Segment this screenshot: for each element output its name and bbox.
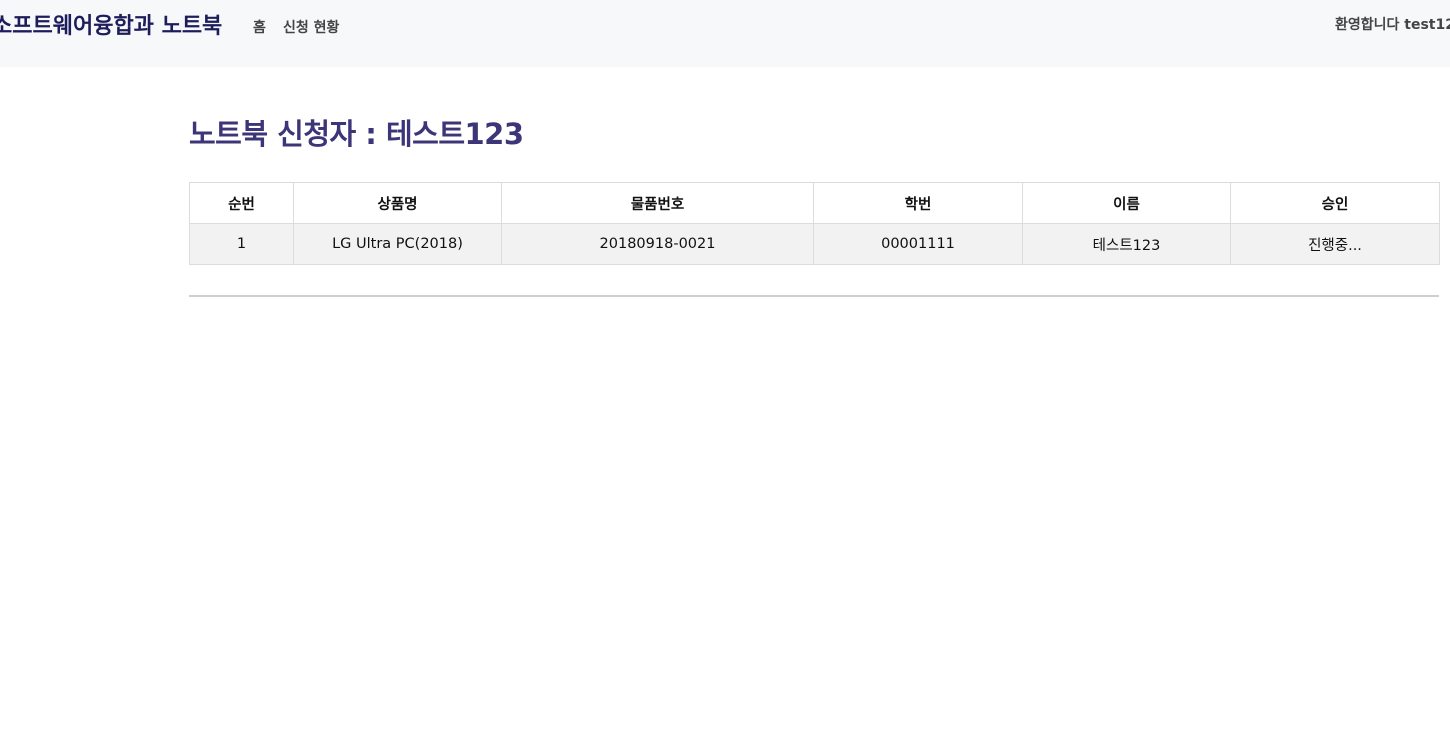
column-header-number: 순번 bbox=[189, 182, 294, 224]
column-header-student-id: 학번 bbox=[813, 182, 1023, 224]
column-header-item-number: 물품번호 bbox=[501, 182, 814, 224]
page-title: 노트북 신청자 : 테스트123 bbox=[189, 117, 524, 151]
cell-name: 테스트123 bbox=[1022, 223, 1231, 265]
brand-link[interactable]: 소프트웨어융합과 노트북 bbox=[0, 8, 222, 40]
cell-product-name: LG Ultra PC(2018) bbox=[293, 223, 502, 265]
cell-student-id: 00001111 bbox=[813, 223, 1023, 265]
column-header-approval: 승인 bbox=[1230, 182, 1440, 224]
welcome-message: 환영합니다 test12 bbox=[1335, 17, 1450, 33]
nav-link-application-status[interactable]: 신청 현황 bbox=[283, 17, 339, 37]
column-header-name: 이름 bbox=[1022, 182, 1231, 224]
nav-link-home[interactable]: 홈 bbox=[253, 17, 266, 37]
cell-number: 1 bbox=[189, 223, 294, 265]
table-row: 1 LG Ultra PC(2018) 20180918-0021 000011… bbox=[189, 223, 1440, 265]
applications-table: 순번 상품명 물품번호 학번 이름 승인 1 LG Ultra PC(2018)… bbox=[189, 182, 1440, 265]
navbar: 소프트웨어융합과 노트북 홈 신청 현황 환영합니다 test12 bbox=[0, 0, 1450, 67]
table-header-row: 순번 상품명 물품번호 학번 이름 승인 bbox=[189, 182, 1440, 224]
cell-item-number: 20180918-0021 bbox=[501, 223, 814, 265]
cell-approval-status: 진행중... bbox=[1230, 223, 1440, 265]
column-header-product-name: 상품명 bbox=[293, 182, 502, 224]
divider bbox=[189, 295, 1439, 297]
